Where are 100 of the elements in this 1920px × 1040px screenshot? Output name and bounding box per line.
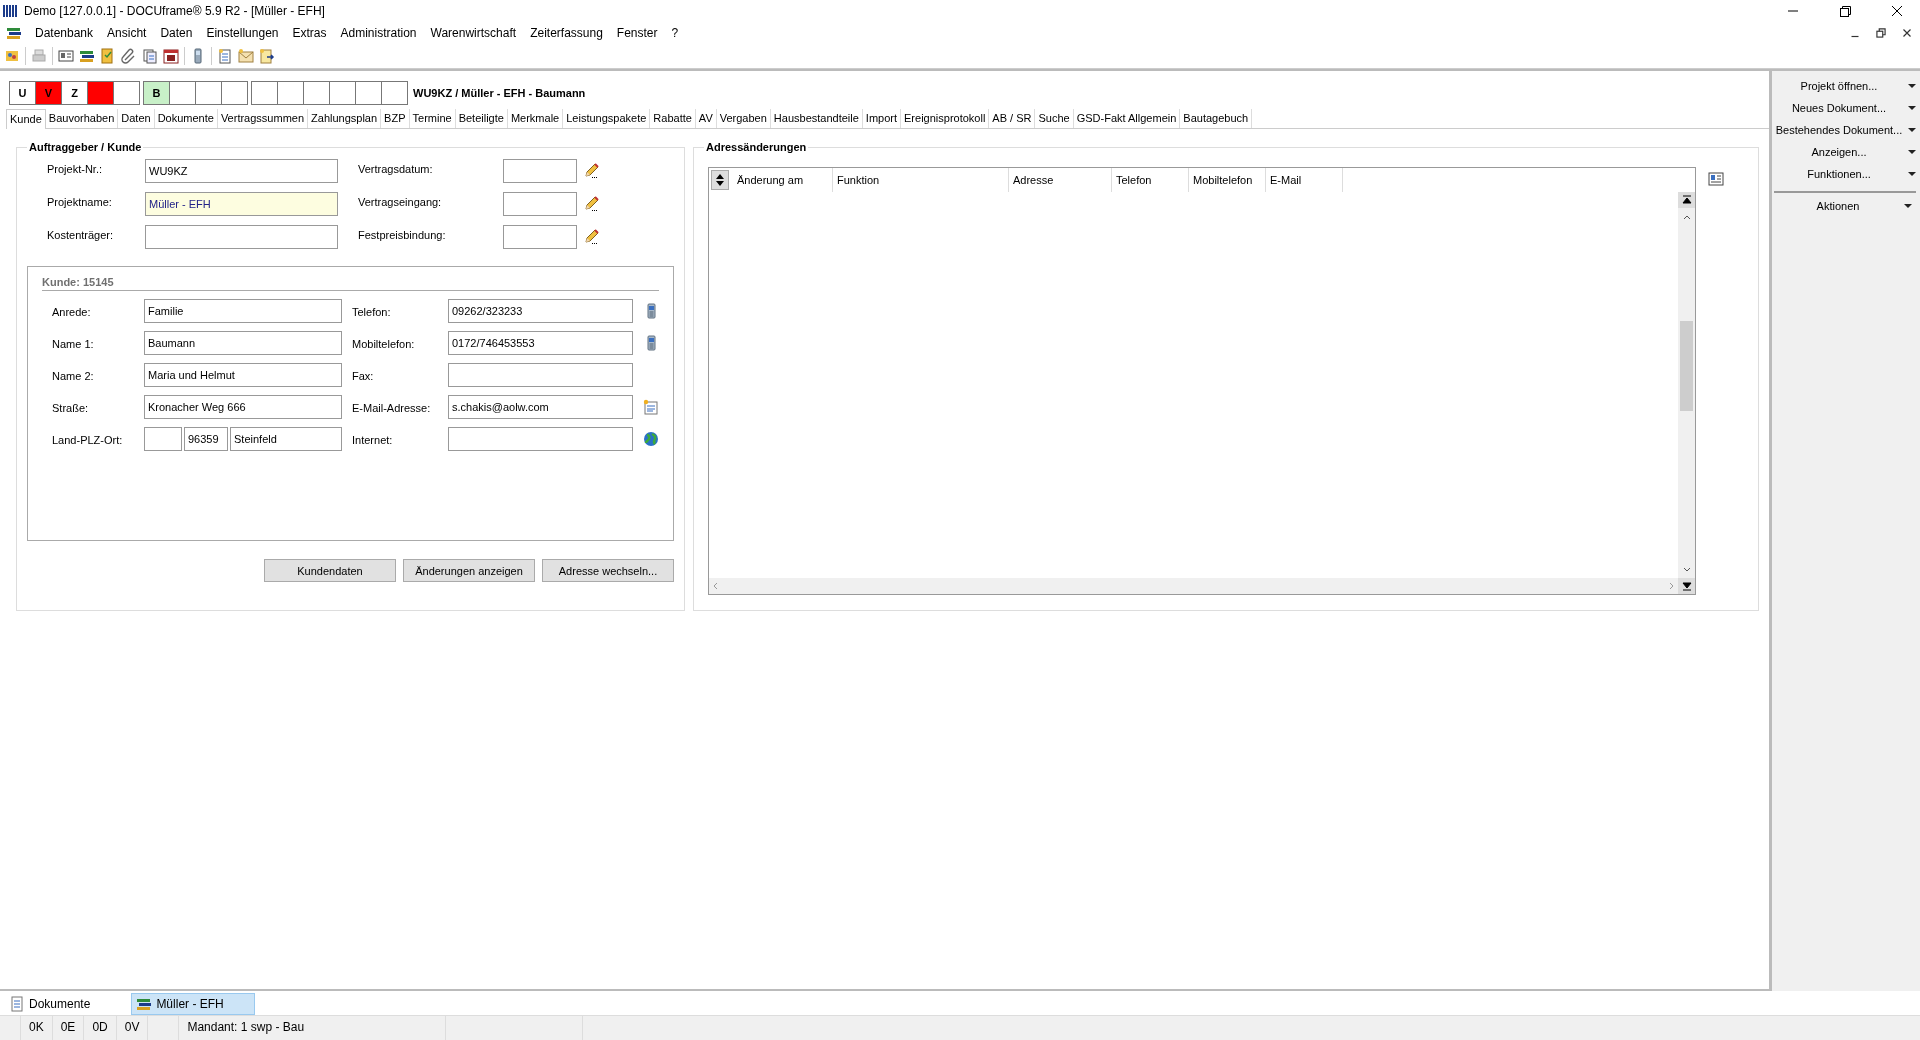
input-field[interactable]: Kronacher Weg 666 [144,395,342,419]
input-field[interactable]: 09262/323233 [448,299,633,323]
tab[interactable]: Dokumente [154,109,218,128]
tab[interactable]: AB / SR [989,109,1036,128]
country-field[interactable] [144,427,182,451]
globe-icon[interactable] [643,431,659,447]
pencil-icon[interactable] [583,229,599,245]
list-icon[interactable] [79,48,95,64]
document-tab[interactable]: Dokumente [4,993,122,1015]
tab[interactable]: Ereignisprotokoll [901,109,990,128]
tab[interactable]: Kunde [6,109,46,129]
menu-item[interactable]: Zeiterfassung [523,24,610,42]
tab[interactable]: Vergaben [716,109,771,128]
status-text: 0K [21,1016,53,1040]
contact-card-icon[interactable] [1708,171,1724,187]
tab[interactable]: Bautagebuch [1180,109,1253,128]
date-field[interactable] [503,192,577,216]
postal-code-field[interactable]: 96359 [184,427,228,451]
input-field[interactable] [448,427,633,451]
input-field[interactable]: Maria und Helmut [144,363,342,387]
tab[interactable]: Zahlungsplan [308,109,382,128]
tab[interactable]: Beteiligte [455,109,508,128]
tab[interactable]: Termine [409,109,456,128]
people-icon[interactable] [4,48,20,64]
tab[interactable]: Rabatte [650,109,696,128]
date-field[interactable] [503,159,577,183]
dropdown-arrow-icon[interactable] [1908,106,1916,110]
tab[interactable]: Merkmale [507,109,564,128]
calendar-icon[interactable] [163,48,179,64]
dropdown-arrow-icon[interactable] [1908,150,1916,154]
column-header[interactable]: Änderung am [733,168,833,192]
checklist-icon[interactable] [100,48,116,64]
pencil-icon[interactable] [583,196,599,212]
list-icon[interactable] [136,996,153,1012]
city-field[interactable]: Steinfeld [230,427,342,451]
id-card-icon[interactable] [58,48,74,64]
action-button[interactable]: Adresse wechseln... [542,559,674,582]
document-menu-icon[interactable] [6,25,22,41]
menu-item[interactable]: Fenster [609,24,665,42]
tab[interactable]: GSD-Fakt Allgemein [1073,109,1181,128]
tab[interactable]: Leistungspakete [563,109,651,128]
field-label: E-Mail-Adresse: [352,401,432,414]
column-header[interactable]: Adresse [1009,168,1112,192]
tab[interactable]: Import [862,109,902,128]
field-label: Festpreisbindung: [358,228,447,241]
dropdown-menu-button[interactable]: Funktionen... [1772,163,1920,185]
menu-item[interactable]: ? [664,24,686,42]
scrollbar-thumb[interactable] [1680,321,1693,411]
tab[interactable]: Daten [118,109,155,128]
dropdown-menu-button[interactable]: Aktionen [1774,195,1916,217]
section-title: Adressänderungen [705,141,808,153]
documents-icon[interactable] [142,48,158,64]
document-tab[interactable]: Müller - EFH [131,993,255,1015]
tab[interactable]: AV [695,109,717,128]
dropdown-menu-button[interactable]: Anzeigen... [1772,141,1920,163]
dropdown-menu-button[interactable]: Neues Dokument... [1772,97,1920,119]
sort-arrows-icon[interactable] [715,173,725,187]
input-field[interactable]: Familie [144,299,342,323]
date-field[interactable] [503,225,577,249]
action-button[interactable]: Kundendaten [264,559,396,582]
field-label: Name 1: [52,337,95,350]
field-label: Internet: [352,433,394,446]
input-field[interactable]: WU9KZ [145,159,338,183]
menu-item[interactable]: Einstellungen [199,24,286,42]
input-field[interactable] [145,225,338,249]
dropdown-arrow-icon[interactable] [1908,128,1916,132]
tab[interactable]: Suche [1035,109,1074,128]
menu-item[interactable]: Extras [285,24,334,42]
dropdown-arrow-icon[interactable] [1904,204,1912,208]
dropdown-menu-button[interactable]: Bestehendes Dokument... [1772,119,1920,141]
column-header[interactable]: Telefon [1112,168,1189,192]
export-document-icon[interactable] [259,48,275,64]
column-header[interactable]: Mobiltelefon [1189,168,1266,192]
paperclip-icon[interactable] [121,48,137,64]
input-field[interactable]: Müller - EFH [145,192,338,216]
input-field[interactable] [448,363,633,387]
menu-item[interactable]: Administration [333,24,424,42]
tab[interactable]: Hausbestandteile [770,109,863,128]
tab[interactable]: Vertragssummen [217,109,309,128]
menu-item[interactable]: Datenbank [28,24,101,42]
field-label: Straße: [52,401,90,414]
action-button[interactable]: Änderungen anzeigen [403,559,535,582]
dropdown-arrow-icon[interactable] [1908,84,1916,88]
pencil-icon[interactable] [583,163,599,179]
new-mail-icon[interactable] [238,48,254,64]
tab[interactable]: Bauvorhaben [45,109,119,128]
dropdown-arrow-icon[interactable] [1908,172,1916,176]
tab[interactable]: BZP [381,109,410,128]
menu-item[interactable]: Daten [153,24,200,42]
input-field[interactable]: s.chakis@aolw.com [448,395,633,419]
input-field[interactable]: 0172/746453553 [448,331,633,355]
column-header[interactable]: E-Mail [1266,168,1343,192]
menu-item[interactable]: Warenwirtschaft [423,24,524,42]
column-header[interactable]: Funktion [833,168,1009,192]
sort-button[interactable] [711,170,729,190]
status-box: B [143,81,170,105]
input-field[interactable]: Baumann [144,331,342,355]
menu-item[interactable]: Ansicht [100,24,154,42]
dropdown-menu-button[interactable]: Projekt öffnen... [1772,75,1920,97]
restore-icon[interactable] [1874,26,1888,40]
